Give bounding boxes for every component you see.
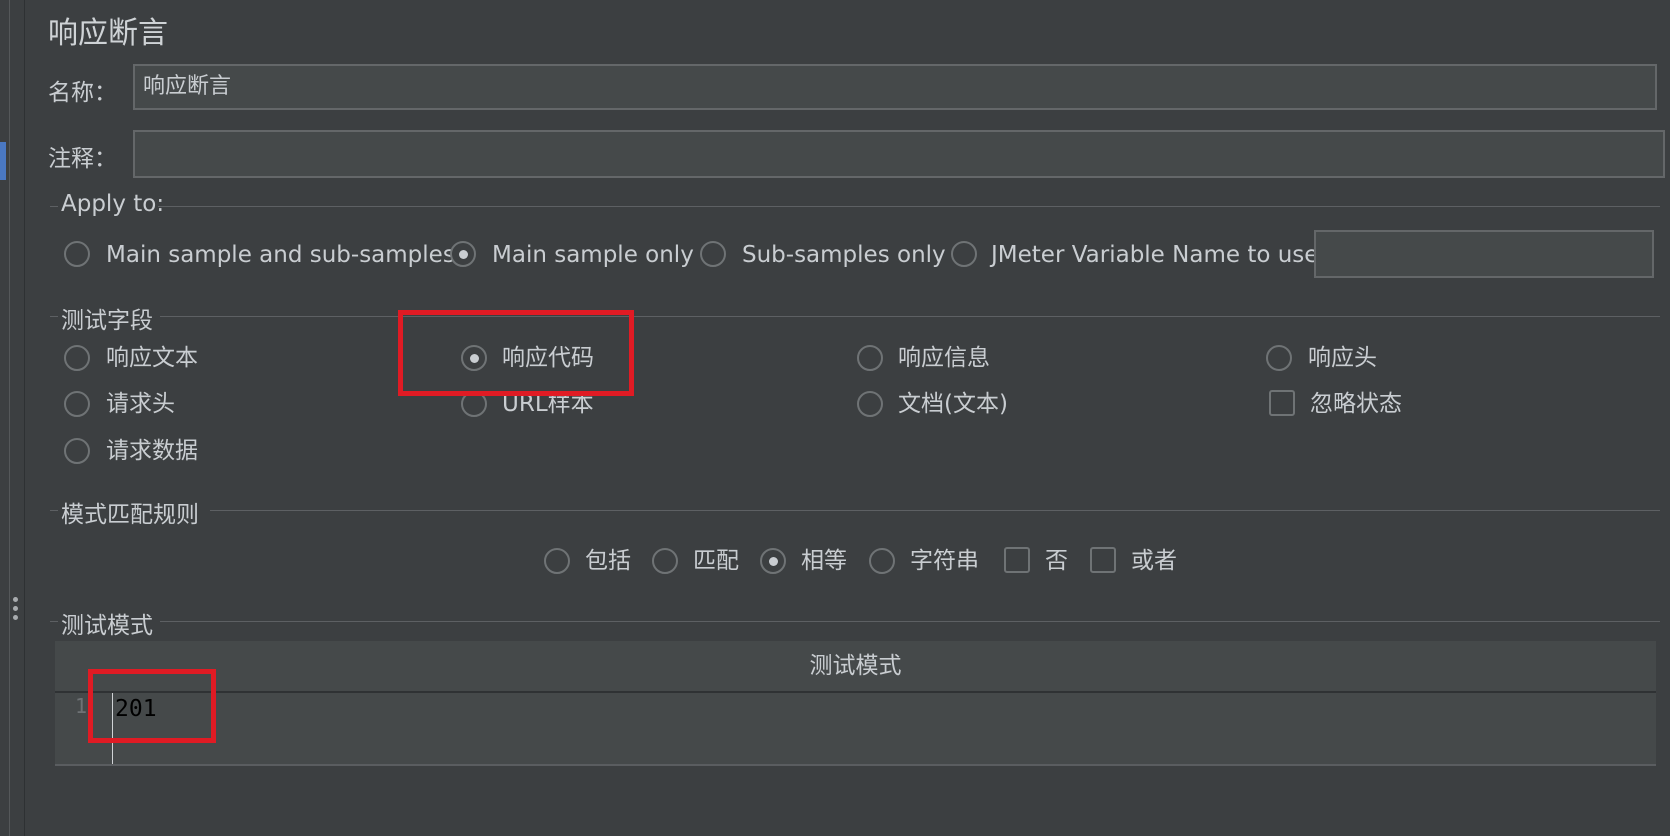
test-patterns-section: 测试模式 (50, 606, 1660, 639)
field-response-headers-label[interactable]: 响应头 (1308, 343, 1377, 373)
name-input[interactable]: 响应断言 (133, 64, 1657, 110)
field-response-message-label[interactable]: 响应信息 (898, 343, 990, 373)
rule-not-checkbox[interactable] (1004, 547, 1030, 573)
line-number: 1 (75, 694, 88, 718)
rule-or-label[interactable]: 或者 (1131, 546, 1177, 576)
field-ignore-status-checkbox[interactable] (1269, 390, 1295, 416)
field-request-data-label[interactable]: 请求数据 (106, 436, 198, 466)
apply-sub-only-radio[interactable] (700, 241, 726, 267)
gutter-divider (9, 0, 10, 836)
field-response-headers-radio[interactable] (1266, 345, 1292, 371)
apply-sub-only-label[interactable]: Sub-samples only (742, 240, 946, 270)
apply-main-only-radio[interactable] (450, 241, 476, 267)
apply-main-only-label[interactable]: Main sample only (492, 240, 694, 270)
rule-matches-radio[interactable] (652, 548, 678, 574)
field-request-data-radio[interactable] (64, 438, 90, 464)
left-gutter (0, 0, 24, 836)
comment-input[interactable] (133, 130, 1665, 178)
test-field-section: 测试字段 (50, 301, 1660, 334)
panel-border (24, 0, 25, 836)
field-document-label[interactable]: 文档(文本) (898, 389, 1008, 419)
test-patterns-table: 测试模式 1 201 (55, 641, 1656, 766)
rule-equals-label[interactable]: 相等 (801, 546, 847, 576)
table-bottom-border (55, 764, 1656, 766)
drag-handle-icon[interactable] (13, 597, 19, 625)
test-field-title: 测试字段 (61, 308, 153, 334)
field-response-text-radio[interactable] (64, 345, 90, 371)
jmeter-variable-input[interactable] (1314, 230, 1654, 278)
selection-marker (0, 142, 6, 180)
highlight-response-code (398, 310, 634, 396)
rule-contains-radio[interactable] (544, 548, 570, 574)
apply-jmeter-var-radio[interactable] (951, 241, 977, 267)
rule-substring-label[interactable]: 字符串 (910, 546, 979, 576)
field-response-text-label[interactable]: 响应文本 (106, 343, 198, 373)
apply-main-and-sub-radio[interactable] (64, 241, 90, 267)
rule-or-checkbox[interactable] (1090, 547, 1116, 573)
comment-label: 注释： (48, 146, 117, 172)
field-response-message-radio[interactable] (857, 345, 883, 371)
rule-not-label[interactable]: 否 (1045, 546, 1068, 576)
rule-matches-label[interactable]: 匹配 (693, 546, 739, 576)
field-ignore-status-label[interactable]: 忽略状态 (1310, 389, 1402, 419)
apply-jmeter-var-label[interactable]: JMeter Variable Name to use (991, 240, 1318, 270)
pattern-rules-title: 模式匹配规则 (61, 502, 199, 528)
highlight-pattern-value (88, 669, 216, 743)
pattern-rules-section: 模式匹配规则 (50, 495, 1660, 528)
field-document-radio[interactable] (857, 391, 883, 417)
field-request-headers-label[interactable]: 请求头 (106, 389, 175, 419)
test-patterns-column-header[interactable]: 测试模式 (55, 641, 1656, 693)
name-label: 名称： (48, 80, 117, 106)
field-request-headers-radio[interactable] (64, 391, 90, 417)
rule-equals-radio[interactable] (760, 548, 786, 574)
rule-contains-label[interactable]: 包括 (585, 546, 631, 576)
apply-to-section: Apply to: (50, 191, 1660, 221)
panel-title: 响应断言 (48, 16, 168, 51)
apply-to-title: Apply to: (61, 191, 165, 217)
test-patterns-title: 测试模式 (61, 613, 153, 639)
rule-substring-radio[interactable] (869, 548, 895, 574)
apply-main-and-sub-label[interactable]: Main sample and sub-samples (106, 240, 455, 270)
